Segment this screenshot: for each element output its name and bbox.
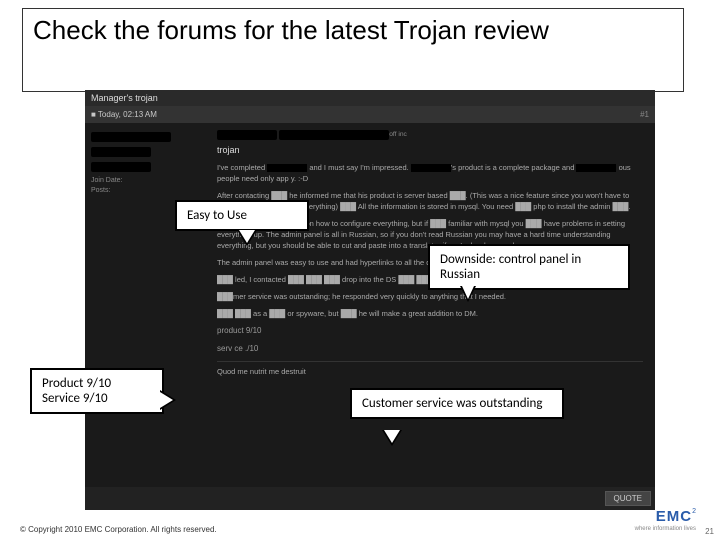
callout-text: Easy to Use (187, 208, 247, 223)
callout-text: Customer service was outstanding (362, 396, 542, 411)
logo-sup: 2 (692, 508, 696, 515)
callout-customer-service: Customer service was outstanding (350, 388, 564, 419)
callout-tail-icon (382, 430, 402, 446)
redacted-title (91, 147, 151, 157)
rating-product: product 9/10 (217, 325, 643, 337)
callout-text-line1: Product 9/10 (42, 376, 152, 391)
slide: Check the forums for the latest Trojan r… (0, 0, 720, 540)
page-number: 21 (705, 527, 714, 536)
callout-tail-icon (160, 390, 176, 410)
redacted-inline (411, 164, 451, 172)
redacted-avatar (217, 130, 277, 140)
forum-screenshot: Manager's trojan ■ Today, 02:13 AM #1 Jo… (85, 90, 655, 510)
title-box: Check the forums for the latest Trojan r… (22, 8, 684, 92)
callout-ratings: Product 9/10 Service 9/10 (30, 368, 164, 414)
callout-text: Downside: control panel in Russian (440, 252, 581, 282)
redacted-username (91, 132, 171, 142)
signature: Quod me nutrit me destruit (217, 361, 643, 377)
slide-title: Check the forums for the latest Trojan r… (33, 15, 673, 45)
callout-easy-to-use: Easy to Use (175, 200, 309, 231)
logo-tagline: where information lives (635, 526, 696, 532)
redacted-sig (279, 130, 389, 140)
post-number: #1 (640, 110, 649, 119)
forum-userinfo: Join Date: Posts: (91, 129, 211, 383)
callout-downside: Downside: control panel in Russian (428, 244, 630, 290)
callout-text-line2: Service 9/10 (42, 391, 152, 406)
post-paragraph-6: ███mer service was outstanding; he respo… (217, 291, 643, 302)
copyright-footer: © Copyright 2010 EMC Corporation. All ri… (20, 525, 217, 534)
quote-bar: QUOTE (85, 487, 655, 510)
rating-service: serv ce ./10 (217, 343, 643, 355)
redacted-inline (267, 164, 307, 172)
post-heading: trojan (217, 144, 643, 156)
callout-tail-icon (460, 286, 476, 302)
forum-thread-header: Manager's trojan (85, 90, 655, 106)
posts-label: Posts: (91, 187, 211, 194)
post-paragraph-7: ███ ███ as a ███ or spyware, but ███ he … (217, 308, 643, 319)
join-date-label: Join Date: (91, 177, 211, 184)
avatar-row: off inc (217, 129, 643, 144)
post-meta-bar: ■ Today, 02:13 AM #1 (85, 106, 655, 123)
post-paragraph-1: I've completed and I must say I'm impres… (217, 162, 643, 184)
callout-tail-icon (237, 230, 257, 246)
redacted-rank (91, 162, 151, 172)
redacted-inline (576, 164, 616, 172)
logo-brand: EMC (656, 508, 692, 525)
emc-logo: EMC2 where information lives (635, 508, 696, 532)
quote-button[interactable]: QUOTE (605, 491, 651, 506)
thread-title: Manager's trojan (91, 93, 158, 103)
post-date: Today, 02:13 AM (98, 110, 157, 119)
